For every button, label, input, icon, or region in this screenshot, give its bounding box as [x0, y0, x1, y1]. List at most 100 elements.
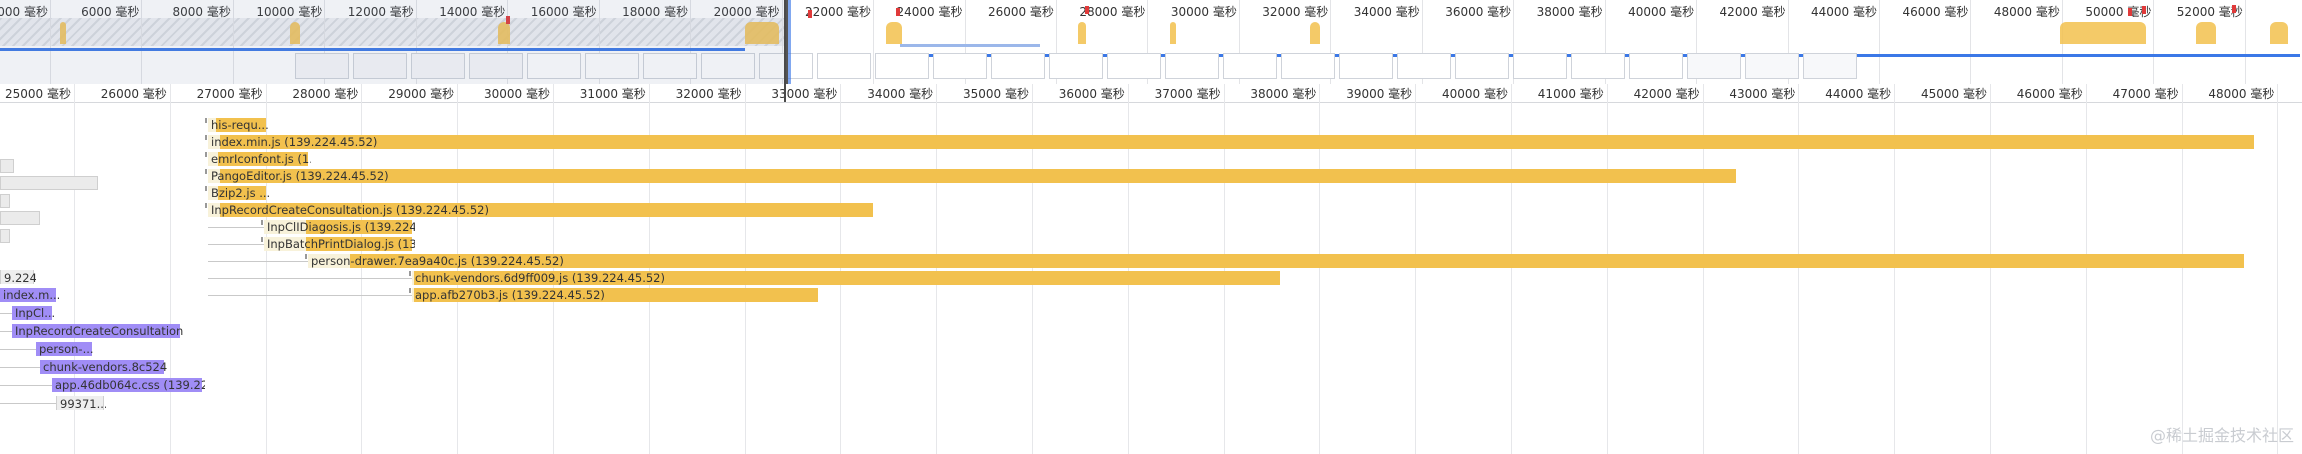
overview-tick-label: 22000 毫秒: [805, 5, 872, 19]
overview-tick-label: 40000 毫秒: [1628, 5, 1695, 19]
request-download-segment: [350, 254, 2244, 268]
screenshot-thumbnail[interactable]: [875, 53, 929, 79]
timeline-overview[interactable]: 4000 毫秒6000 毫秒8000 毫秒10000 毫秒12000 毫秒140…: [0, 0, 2302, 85]
overview-dim-left: [0, 0, 784, 84]
request-bar[interactable]: 99371...: [56, 396, 106, 411]
ruler-tick-label: 33000 毫秒: [771, 87, 838, 101]
request-label: app.46db064c.css (139.224....: [55, 378, 205, 392]
screenshot-thumbnail[interactable]: [1455, 53, 1509, 79]
screenshot-thumbnail[interactable]: [1397, 53, 1451, 79]
truncated-request[interactable]: [0, 229, 10, 243]
overview-tick-label: 30000 毫秒: [1170, 5, 1237, 19]
request-initiator-line: [208, 244, 264, 245]
request-initiator-line: [208, 261, 308, 262]
request-label: 9.224...: [4, 271, 36, 285]
request-initiator-line: [0, 349, 36, 350]
screenshot-thumbnail[interactable]: [1165, 53, 1219, 79]
request-bar[interactable]: chunk-vendors.6d9ff009.js (139.224.45.52…: [409, 271, 1280, 285]
screenshot-thumbnail[interactable]: [1107, 53, 1161, 79]
overview-tick-label: 36000 毫秒: [1445, 5, 1512, 19]
request-bar[interactable]: InpCl...: [12, 306, 55, 320]
activity-bump: [1170, 22, 1176, 44]
request-bar[interactable]: InpClIDiagosis.js (139.224....: [261, 220, 415, 234]
request-bar[interactable]: PangoEditor.js (139.224.45.52): [205, 169, 1736, 183]
request-initiator-line: [0, 367, 40, 368]
network-waterfall[interactable]: his-requ... index.min.js (139.224.45.52) e…: [0, 102, 2302, 454]
screenshot-thumbnail[interactable]: [1629, 53, 1683, 79]
screenshot-thumbnail[interactable]: [1687, 53, 1741, 79]
truncated-request[interactable]: [0, 176, 98, 190]
truncated-request[interactable]: [0, 194, 10, 208]
overview-gridline: [2153, 0, 2155, 84]
request-label: InpRecordCreateConsultation.js (139.224.…: [211, 203, 489, 217]
ruler-tick-label: 37000 毫秒: [1154, 87, 1221, 101]
request-bar[interactable]: InpRecordCreateConsultation.c...: [12, 324, 183, 338]
selection-window-edge[interactable]: [788, 0, 791, 84]
request-start-tick: [205, 169, 207, 174]
screenshot-thumbnail[interactable]: [1513, 53, 1567, 79]
ruler-tick-label: 34000 毫秒: [867, 87, 934, 101]
truncated-request[interactable]: [0, 159, 14, 173]
request-label: Bzip2.js ...: [211, 186, 269, 200]
ruler-tick-label: 31000 毫秒: [579, 87, 646, 101]
request-bar[interactable]: index.min.js (139.224.45.52): [205, 135, 2254, 149]
long-task-marker: [1085, 6, 1089, 14]
request-bar[interactable]: app.afb270b3.js (139.224.45.52): [409, 288, 818, 302]
screenshot-thumbnail[interactable]: [1803, 53, 1857, 79]
overview-tick-label: 42000 毫秒: [1719, 5, 1786, 19]
ruler-tick-label: 48000 毫秒: [2208, 87, 2275, 101]
activity-bump: [1310, 22, 1320, 44]
request-start-tick: [261, 237, 263, 242]
overview-tick-label: 28000 毫秒: [1079, 5, 1146, 19]
request-start-tick: [409, 271, 411, 276]
screenshot-thumbnail[interactable]: [1281, 53, 1335, 79]
screenshot-thumbnail[interactable]: [1339, 53, 1393, 79]
ruler-tick-label: 46000 毫秒: [2016, 87, 2083, 101]
request-bar[interactable]: 9.224...: [0, 270, 36, 285]
ruler-tick-label: 44000 毫秒: [1825, 87, 1892, 101]
request-label: InpCl...: [15, 306, 55, 320]
request-initiator-line: [208, 227, 264, 228]
request-initiator-line: [0, 403, 56, 404]
screenshot-thumbnail[interactable]: [991, 53, 1045, 79]
request-bar[interactable]: person-drawer.7ea9a40c.js (139.224.45.52…: [305, 254, 2244, 268]
request-bar[interactable]: his-requ...: [205, 118, 269, 132]
long-task-marker: [2232, 5, 2236, 13]
screenshot-thumbnail[interactable]: [933, 53, 987, 79]
overview-gridline: [1970, 0, 1972, 84]
request-start-tick: [205, 186, 207, 191]
request-bar[interactable]: person-...: [36, 342, 94, 356]
long-task-marker: [896, 8, 900, 16]
request-initiator-line: [0, 385, 52, 386]
overview-tick-label: 24000 毫秒: [896, 5, 963, 19]
request-start-tick: [205, 118, 207, 123]
request-label: chunk-vendors.6d9ff009.js (139.224.45.52…: [415, 271, 665, 285]
ruler-tick-label: 29000 毫秒: [388, 87, 455, 101]
ruler-tick-label: 27000 毫秒: [196, 87, 263, 101]
request-bar[interactable]: InpBatchPrintDialog.js (139....: [261, 237, 415, 251]
activity-bump: [2060, 22, 2146, 44]
overview-tick-label: 26000 毫秒: [987, 5, 1054, 19]
request-bar[interactable]: Bzip2.js ...: [205, 186, 269, 200]
request-bar[interactable]: emrIconfont.js (1...: [205, 152, 311, 166]
request-label: app.afb270b3.js (139.224.45.52): [415, 288, 605, 302]
request-bar[interactable]: InpRecordCreateConsultation.js (139.224.…: [205, 203, 873, 217]
screenshot-thumbnail[interactable]: [817, 53, 871, 79]
ruler-tick-label: 35000 毫秒: [963, 87, 1029, 101]
overview-tick-label: 46000 毫秒: [1902, 5, 1969, 19]
ruler-tick-label: 28000 毫秒: [292, 87, 359, 101]
screenshot-thumbnail[interactable]: [1049, 53, 1103, 79]
request-bar[interactable]: chunk-vendors.8c524f...: [40, 360, 167, 374]
screenshot-thumbnail[interactable]: [1223, 53, 1277, 79]
request-bar[interactable]: index.m...: [0, 288, 59, 302]
truncated-request[interactable]: [0, 211, 40, 225]
screenshot-thumbnail[interactable]: [1745, 53, 1799, 79]
overview-gridline: [1879, 0, 1880, 84]
overview-tick-label: 44000 毫秒: [1811, 5, 1877, 19]
request-start-tick: [205, 152, 207, 157]
request-start-tick: [205, 135, 207, 140]
request-bar[interactable]: app.46db064c.css (139.224....: [52, 378, 205, 392]
screenshot-thumbnail[interactable]: [1571, 53, 1625, 79]
activity-bump: [2270, 22, 2288, 44]
request-initiator-line: [208, 278, 412, 279]
